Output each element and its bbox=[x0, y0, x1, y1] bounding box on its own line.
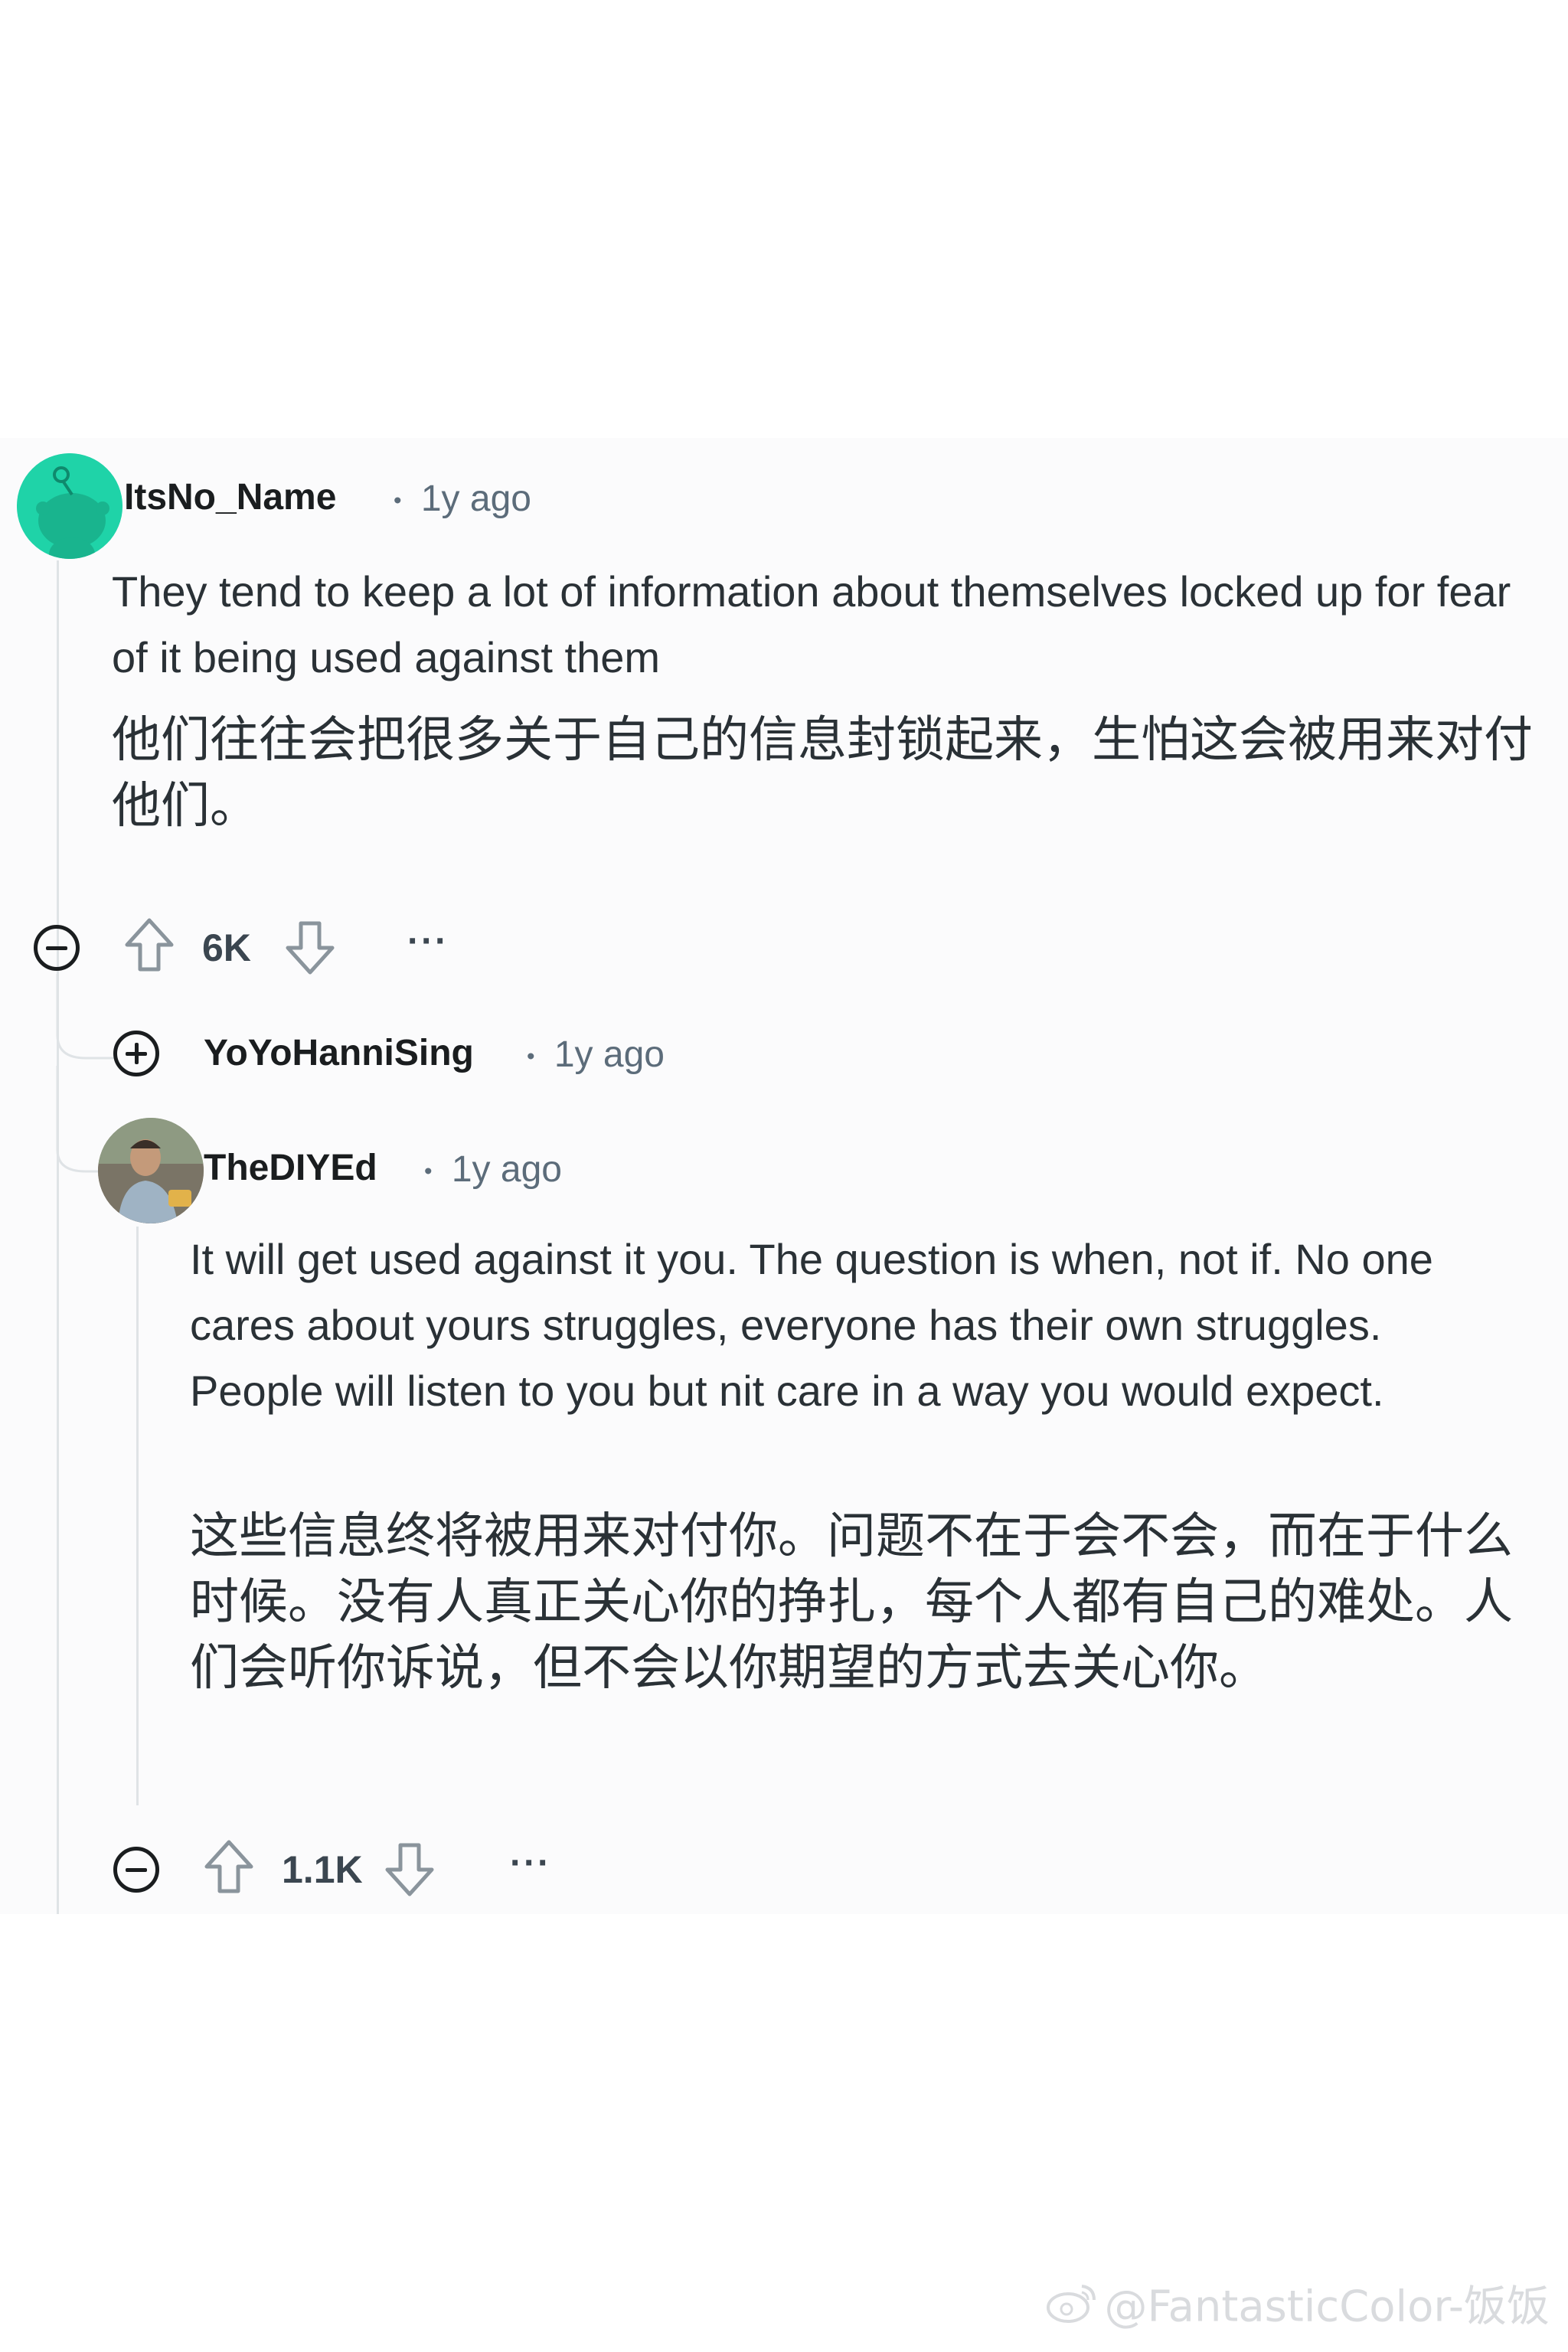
upvote-icon[interactable] bbox=[122, 916, 176, 974]
comment-1-meta: • 1y ago bbox=[394, 476, 531, 524]
comment-2-time: 1y ago bbox=[554, 1034, 665, 1075]
meta-separator: • bbox=[424, 1158, 433, 1184]
snoo-icon bbox=[17, 453, 122, 559]
comment-3-text-en: It will get used against it you. The que… bbox=[190, 1235, 1433, 1415]
comment-3-meta: • 1y ago bbox=[424, 1147, 562, 1194]
comment-1-time: 1y ago bbox=[420, 479, 531, 519]
downvote-icon[interactable] bbox=[383, 1841, 436, 1899]
watermark-text: @FantasticColor-饭饭 bbox=[1104, 2282, 1550, 2332]
comment-2-username[interactable]: YoYoHanniSing bbox=[204, 1031, 474, 1076]
user-photo-icon bbox=[98, 1118, 204, 1223]
upvote-icon[interactable] bbox=[202, 1838, 256, 1896]
thread-line-root bbox=[57, 560, 59, 1914]
collapse-icon[interactable] bbox=[34, 925, 80, 971]
collapse-icon[interactable] bbox=[113, 1847, 159, 1893]
comment-thread: ItsNo_Name • 1y ago They tend to keep a … bbox=[0, 438, 1568, 1914]
weibo-icon bbox=[1045, 2280, 1099, 2339]
comment-3-time: 1y ago bbox=[451, 1149, 562, 1190]
more-icon[interactable]: ··· bbox=[510, 1841, 551, 1886]
comment-3-username[interactable]: TheDIYEd bbox=[204, 1145, 377, 1191]
downvote-icon[interactable] bbox=[283, 919, 337, 977]
comment-2-meta: • 1y ago bbox=[527, 1032, 665, 1080]
comment-1-text-zh: 他们往往会把很多关于自己的信息封锁起来，生怕这会被用来对付他们。 bbox=[112, 712, 1533, 835]
meta-separator: • bbox=[394, 488, 402, 514]
thread-branch-1 bbox=[56, 974, 116, 1060]
thread-line-reply bbox=[136, 1227, 139, 1805]
expand-icon[interactable] bbox=[113, 1031, 159, 1076]
comment-3-text-zh: 这些信息终将被用来对付你。问题不在于会不会，而在于什么时候。没有人真正关心你的挣… bbox=[190, 1508, 1513, 1697]
comment-1-vote-count: 6K bbox=[202, 926, 251, 969]
meta-separator: • bbox=[527, 1044, 535, 1070]
snoo-avatar[interactable] bbox=[17, 453, 122, 559]
comment-1-username[interactable]: ItsNo_Name bbox=[124, 475, 336, 521]
user-photo-avatar[interactable] bbox=[98, 1118, 204, 1223]
comment-3-vote-count: 1.1K bbox=[282, 1848, 363, 1891]
more-icon[interactable]: ··· bbox=[407, 919, 449, 965]
watermark: @FantasticColor-饭饭 bbox=[1045, 2280, 1550, 2339]
comment-1-text-en: They tend to keep a lot of information a… bbox=[112, 567, 1511, 681]
